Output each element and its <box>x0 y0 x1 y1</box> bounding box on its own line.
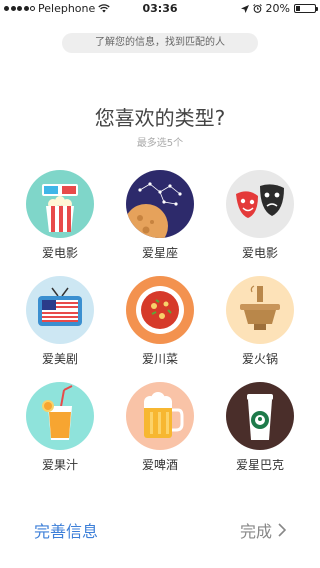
category-item-starbucks[interactable]: 爱星巴克 <box>220 382 300 473</box>
category-label: 爱美剧 <box>41 352 78 366</box>
category-label: 爱星座 <box>141 246 178 260</box>
tv-flag-icon <box>38 287 82 326</box>
theater-masks-icon <box>236 184 284 218</box>
page-title: 您喜欢的类型? <box>94 106 226 130</box>
starbucks-cup-icon <box>247 394 273 440</box>
battery-icon <box>294 4 318 13</box>
chevron-right-icon <box>278 523 286 537</box>
category-circle[interactable] <box>226 382 294 450</box>
category-item-theater[interactable]: 爱电影 <box>220 170 300 261</box>
category-item-constellation[interactable]: 爱星座 <box>120 170 200 261</box>
category-item-movies[interactable]: 爱电影 <box>20 170 100 261</box>
category-item-beer[interactable]: 爱啤酒 <box>120 382 200 473</box>
juice-icon <box>42 385 73 440</box>
complete-info-button[interactable]: 完善信息 <box>34 518 98 542</box>
location-arrow-icon <box>240 4 249 13</box>
category-item-us-tv[interactable]: 爱美剧 <box>20 276 100 367</box>
category-label: 爱电影 <box>241 246 278 260</box>
category-circle[interactable] <box>26 170 94 238</box>
category-circle[interactable] <box>126 276 194 344</box>
category-label: 爱川菜 <box>141 352 178 366</box>
category-label: 爱星巴克 <box>235 458 284 472</box>
category-item-hotpot[interactable]: 爱火锅 <box>220 276 300 367</box>
done-label: 完成 <box>239 522 272 541</box>
category-circle[interactable] <box>226 170 294 238</box>
category-label: 爱电影 <box>41 246 78 260</box>
category-item-sichuan-food[interactable]: 爱川菜 <box>120 276 200 367</box>
status-right: 20% <box>240 2 318 15</box>
status-bar: Pelephone 03:36 20% <box>0 0 320 16</box>
battery-percent: 20% <box>265 2 290 15</box>
category-item-juice[interactable]: 爱果汁 <box>20 382 100 473</box>
category-circle[interactable] <box>226 276 294 344</box>
category-circle[interactable] <box>26 382 94 450</box>
spicy-dish-icon <box>136 286 184 334</box>
page-subtitle: 最多选5个 <box>136 138 184 149</box>
beer-mug-icon <box>144 392 184 438</box>
hint-banner: 了解您的信息，找到匹配的人 <box>62 33 258 53</box>
category-label: 爱火锅 <box>241 352 278 366</box>
hotpot-icon <box>240 285 280 330</box>
alarm-clock-icon <box>252 4 262 13</box>
category-circle[interactable] <box>126 382 194 450</box>
constellation-icon <box>126 182 182 238</box>
done-button[interactable]: 完成 <box>240 518 286 542</box>
3d-glasses-popcorn-icon <box>42 184 78 232</box>
category-circle[interactable] <box>126 170 194 238</box>
category-circle[interactable] <box>26 276 94 344</box>
category-label: 爱果汁 <box>41 458 78 472</box>
category-label: 爱啤酒 <box>141 458 178 472</box>
